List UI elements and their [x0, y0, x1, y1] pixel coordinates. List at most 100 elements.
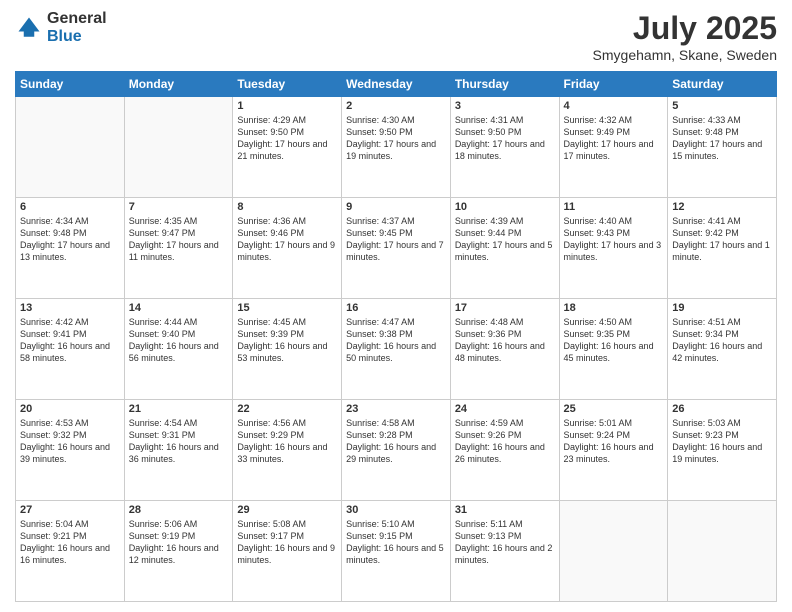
calendar-cell-w3-d3: 15 Sunrise: 4:45 AM Sunset: 9:39 PM Dayli… [233, 299, 342, 400]
logo-icon [15, 14, 43, 42]
day-info: Sunrise: 4:53 AM Sunset: 9:32 PM Dayligh… [20, 417, 120, 466]
day-number: 19 [672, 302, 772, 314]
calendar-header-row: Sunday Monday Tuesday Wednesday Thursday… [16, 72, 777, 97]
day-info: Sunrise: 4:59 AM Sunset: 9:26 PM Dayligh… [455, 417, 555, 466]
day-info: Sunrise: 4:39 AM Sunset: 9:44 PM Dayligh… [455, 215, 555, 264]
day-info: Sunrise: 4:35 AM Sunset: 9:47 PM Dayligh… [129, 215, 229, 264]
day-number: 5 [672, 100, 772, 112]
col-monday: Monday [124, 72, 233, 97]
logo-blue-label: Blue [47, 28, 107, 46]
calendar-cell-w3-d1: 13Sunrise: 4:42 AM Sunset: 9:41 PM Dayli… [16, 299, 125, 400]
day-number: 22 [237, 403, 337, 415]
col-tuesday: Tuesday [233, 72, 342, 97]
day-number: 27 [20, 504, 120, 516]
calendar-cell-w5-d4: 30Sunrise: 5:10 AM Sunset: 9:15 PM Dayli… [342, 501, 451, 602]
week-row-3: 13Sunrise: 4:42 AM Sunset: 9:41 PM Dayli… [16, 299, 777, 400]
day-info: Sunrise: 5:06 AM Sunset: 9:19 PM Dayligh… [129, 518, 229, 567]
day-number: 9 [346, 201, 446, 213]
calendar-cell-w2-d5: 10 Sunrise: 4:39 AM Sunset: 9:44 PM Dayli… [450, 198, 559, 299]
day-info: Sunrise: 4:32 AM Sunset: 9:49 PM Dayligh… [564, 114, 664, 163]
day-info: Sunrise: 4:34 AM Sunset: 9:48 PM Dayligh… [20, 215, 120, 264]
day-info: Sunrise: 4:54 AM Sunset: 9:31 PM Dayligh… [129, 417, 229, 466]
logo-text: General Blue [47, 10, 107, 45]
day-info: Sunrise: 4:47 AM Sunset: 9:38 PM Dayligh… [346, 316, 446, 365]
day-info: Sunrise: 4:45 AM Sunset: 9:39 PM Dayligh… [237, 316, 337, 365]
day-number: 6 [20, 201, 120, 213]
day-info: Sunrise: 4:30 AM Sunset: 9:50 PM Dayligh… [346, 114, 446, 163]
day-number: 2 [346, 100, 446, 112]
col-sunday: Sunday [16, 72, 125, 97]
day-number: 15 [237, 302, 337, 314]
day-info: Sunrise: 4:44 AM Sunset: 9:40 PM Dayligh… [129, 316, 229, 365]
page: General Blue July 2025 Smygehamn, Skane,… [0, 0, 792, 612]
day-info: Sunrise: 4:29 AM Sunset: 9:50 PM Dayligh… [237, 114, 337, 163]
calendar-table: Sunday Monday Tuesday Wednesday Thursday… [15, 71, 777, 602]
day-number: 7 [129, 201, 229, 213]
day-number: 25 [564, 403, 664, 415]
day-info: Sunrise: 4:58 AM Sunset: 9:28 PM Dayligh… [346, 417, 446, 466]
calendar-cell-w1-d6: 4 Sunrise: 4:32 AM Sunset: 9:49 PM Daylig… [559, 97, 668, 198]
week-row-5: 27 Sunrise: 5:04 AM Sunset: 9:21 PM Dayli… [16, 501, 777, 602]
day-number: 20 [20, 403, 120, 415]
week-row-1: 1 Sunrise: 4:29 AM Sunset: 9:50 PM Daylig… [16, 97, 777, 198]
calendar-cell-w2-d2: 7 Sunrise: 4:35 AM Sunset: 9:47 PM Daylig… [124, 198, 233, 299]
day-number: 23 [346, 403, 446, 415]
calendar-cell-w3-d7: 19Sunrise: 4:51 AM Sunset: 9:34 PM Dayli… [668, 299, 777, 400]
day-number: 24 [455, 403, 555, 415]
calendar-cell-w1-d4: 2 Sunrise: 4:30 AM Sunset: 9:50 PM Daylig… [342, 97, 451, 198]
calendar-cell-w1-d2 [124, 97, 233, 198]
location: Smygehamn, Skane, Sweden [593, 47, 777, 63]
day-info: Sunrise: 5:03 AM Sunset: 9:23 PM Dayligh… [672, 417, 772, 466]
calendar-cell-w4-d4: 23 Sunrise: 4:58 AM Sunset: 9:28 PM Dayli… [342, 400, 451, 501]
day-info: Sunrise: 4:31 AM Sunset: 9:50 PM Dayligh… [455, 114, 555, 163]
calendar-cell-w2-d3: 8 Sunrise: 4:36 AM Sunset: 9:46 PM Daylig… [233, 198, 342, 299]
day-info: Sunrise: 4:56 AM Sunset: 9:29 PM Dayligh… [237, 417, 337, 466]
day-info: Sunrise: 4:36 AM Sunset: 9:46 PM Dayligh… [237, 215, 337, 264]
calendar-cell-w5-d7 [668, 501, 777, 602]
calendar-cell-w2-d4: 9Sunrise: 4:37 AM Sunset: 9:45 PM Daylig… [342, 198, 451, 299]
day-info: Sunrise: 4:41 AM Sunset: 9:42 PM Dayligh… [672, 215, 772, 264]
day-number: 3 [455, 100, 555, 112]
calendar-cell-w5-d3: 29Sunrise: 5:08 AM Sunset: 9:17 PM Dayli… [233, 501, 342, 602]
header: General Blue July 2025 Smygehamn, Skane,… [15, 10, 777, 63]
day-number: 14 [129, 302, 229, 314]
calendar-cell-w3-d2: 14 Sunrise: 4:44 AM Sunset: 9:40 PM Dayli… [124, 299, 233, 400]
day-number: 30 [346, 504, 446, 516]
calendar-cell-w4-d1: 20 Sunrise: 4:53 AM Sunset: 9:32 PM Dayli… [16, 400, 125, 501]
calendar-cell-w2-d1: 6 Sunrise: 4:34 AM Sunset: 9:48 PM Daylig… [16, 198, 125, 299]
day-number: 12 [672, 201, 772, 213]
day-number: 31 [455, 504, 555, 516]
day-info: Sunrise: 4:50 AM Sunset: 9:35 PM Dayligh… [564, 316, 664, 365]
calendar-cell-w2-d6: 11Sunrise: 4:40 AM Sunset: 9:43 PM Dayli… [559, 198, 668, 299]
calendar-cell-w1-d3: 1 Sunrise: 4:29 AM Sunset: 9:50 PM Daylig… [233, 97, 342, 198]
day-info: Sunrise: 5:04 AM Sunset: 9:21 PM Dayligh… [20, 518, 120, 567]
calendar-cell-w5-d1: 27 Sunrise: 5:04 AM Sunset: 9:21 PM Dayli… [16, 501, 125, 602]
calendar-cell-w1-d1 [16, 97, 125, 198]
day-number: 17 [455, 302, 555, 314]
day-number: 28 [129, 504, 229, 516]
calendar-cell-w3-d4: 16Sunrise: 4:47 AM Sunset: 9:38 PM Dayli… [342, 299, 451, 400]
calendar-cell-w2-d7: 12 Sunrise: 4:41 AM Sunset: 9:42 PM Dayli… [668, 198, 777, 299]
logo: General Blue [15, 10, 107, 45]
day-number: 4 [564, 100, 664, 112]
calendar-cell-w4-d5: 24 Sunrise: 4:59 AM Sunset: 9:26 PM Dayli… [450, 400, 559, 501]
day-number: 29 [237, 504, 337, 516]
calendar-cell-w4-d7: 26Sunrise: 5:03 AM Sunset: 9:23 PM Dayli… [668, 400, 777, 501]
calendar-cell-w4-d3: 22 Sunrise: 4:56 AM Sunset: 9:29 PM Dayli… [233, 400, 342, 501]
calendar-cell-w4-d6: 25Sunrise: 5:01 AM Sunset: 9:24 PM Dayli… [559, 400, 668, 501]
day-info: Sunrise: 5:11 AM Sunset: 9:13 PM Dayligh… [455, 518, 555, 567]
col-wednesday: Wednesday [342, 72, 451, 97]
calendar-cell-w5-d2: 28 Sunrise: 5:06 AM Sunset: 9:19 PM Dayli… [124, 501, 233, 602]
calendar-cell-w4-d2: 21Sunrise: 4:54 AM Sunset: 9:31 PM Dayli… [124, 400, 233, 501]
calendar-cell-w1-d5: 3 Sunrise: 4:31 AM Sunset: 9:50 PM Daylig… [450, 97, 559, 198]
day-number: 1 [237, 100, 337, 112]
day-number: 10 [455, 201, 555, 213]
day-number: 8 [237, 201, 337, 213]
week-row-4: 20 Sunrise: 4:53 AM Sunset: 9:32 PM Dayli… [16, 400, 777, 501]
calendar-cell-w3-d6: 18Sunrise: 4:50 AM Sunset: 9:35 PM Dayli… [559, 299, 668, 400]
col-thursday: Thursday [450, 72, 559, 97]
title-block: July 2025 Smygehamn, Skane, Sweden [593, 10, 777, 63]
col-friday: Friday [559, 72, 668, 97]
week-row-2: 6 Sunrise: 4:34 AM Sunset: 9:48 PM Daylig… [16, 198, 777, 299]
day-number: 11 [564, 201, 664, 213]
